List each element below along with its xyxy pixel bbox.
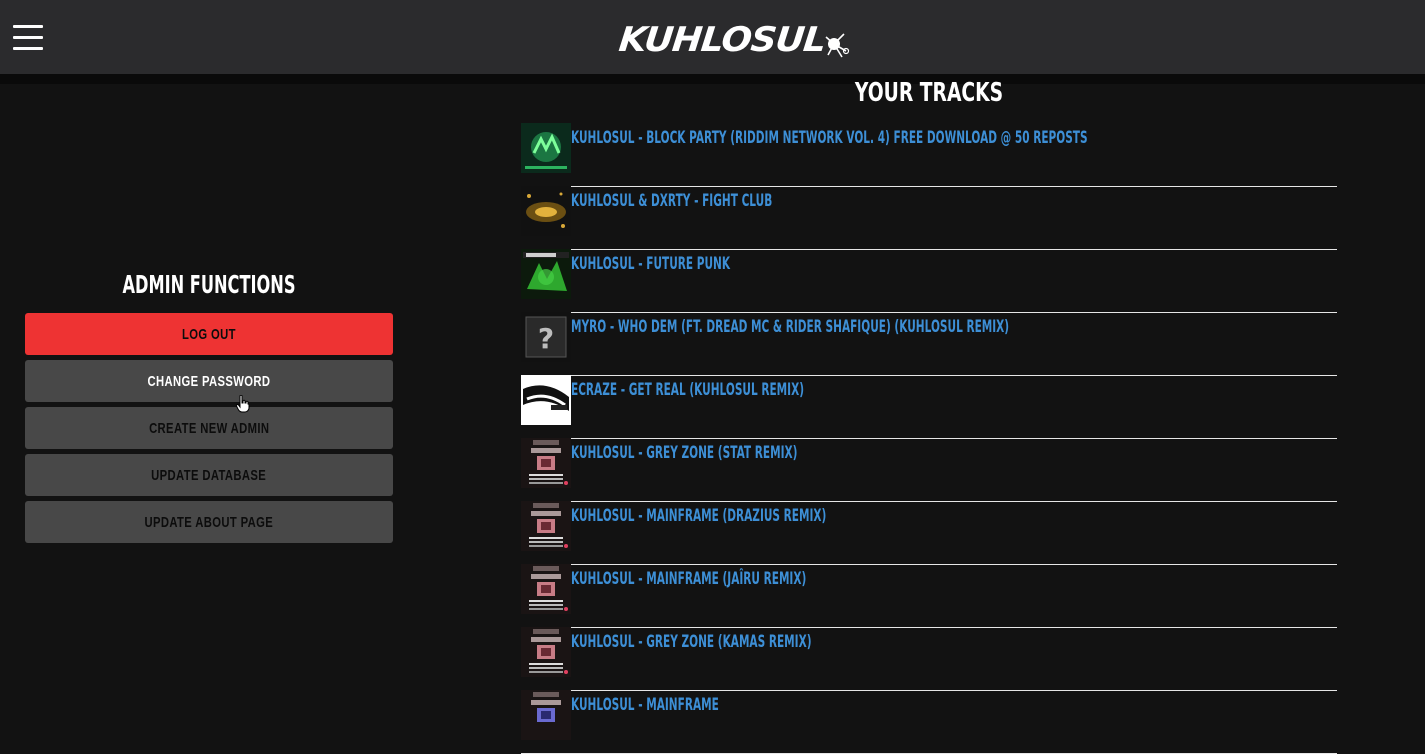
track-thumbnail[interactable] [521, 501, 571, 551]
track-title-link[interactable]: KUHLOSUL & DXRTY - FIGHT CLUB [571, 191, 772, 211]
track-title-link[interactable]: KUHLOSUL - MAINFRAME (DRAZIUS REMIX) [571, 506, 826, 526]
change-password-label: CHANGE PASSWORD [147, 372, 271, 390]
track-row[interactable]: KUHLOSUL & DXRTY - FIGHT CLUB [521, 186, 1337, 250]
logo-text: KUHLOSUL [616, 20, 828, 60]
admin-panel: ADMIN FUNCTIONS LOG OUT CHANGE PASSWORD … [25, 266, 393, 548]
change-password-button[interactable]: CHANGE PASSWORD [25, 360, 393, 402]
track-row[interactable]: KUHLOSUL - BLOCK PARTY (RIDDIM NETWORK V… [521, 123, 1337, 187]
track-title-link[interactable]: KUHLOSUL - FUTURE PUNK [571, 254, 730, 274]
track-thumbnail[interactable] [521, 249, 571, 299]
track-thumbnail[interactable] [521, 627, 571, 677]
track-title-link[interactable]: KUHLOSUL - MAINFRAME (JAÎRU REMIX) [571, 569, 806, 589]
track-row[interactable]: KUHLOSUL - MAINFRAME [521, 690, 1337, 754]
track-thumbnail[interactable] [521, 564, 571, 614]
track-row[interactable]: KUHLOSUL - GREY ZONE (KAMAS REMIX) [521, 627, 1337, 691]
your-tracks-section: YOUR TRACKS KUHLOSUL - BLOCK PARTY (RIDD… [521, 77, 1337, 754]
your-tracks-heading: YOUR TRACKS [854, 78, 1004, 108]
update-database-button[interactable]: UPDATE DATABASE [25, 454, 393, 496]
track-row[interactable]: KUHLOSUL - FUTURE PUNK [521, 249, 1337, 313]
track-title-link[interactable]: MYRO - WHO DEM (FT. DREAD MC & RIDER SHA… [571, 317, 1009, 337]
track-title-link[interactable]: KUHLOSUL - MAINFRAME [571, 695, 719, 715]
hamburger-menu-icon[interactable] [13, 25, 43, 50]
site-logo[interactable]: KUHLOSUL [617, 18, 850, 62]
track-title-link[interactable]: ECRAZE - GET REAL (KUHLOSUL REMIX) [571, 380, 804, 400]
track-row[interactable]: ECRAZE - GET REAL (KUHLOSUL REMIX) [521, 375, 1337, 439]
track-row[interactable]: KUHLOSUL - GREY ZONE (STAT REMIX) [521, 438, 1337, 502]
track-title-link[interactable]: KUHLOSUL - GREY ZONE (STAT REMIX) [571, 443, 797, 463]
track-title-link[interactable]: KUHLOSUL - GREY ZONE (KAMAS REMIX) [571, 632, 812, 652]
track-row[interactable]: KUHLOSUL - MAINFRAME (JAÎRU REMIX) [521, 564, 1337, 628]
log-out-label: LOG OUT [182, 325, 236, 343]
track-thumbnail[interactable] [521, 690, 571, 740]
logo-splat-icon [825, 33, 850, 58]
update-about-page-button[interactable]: UPDATE ABOUT PAGE [25, 501, 393, 543]
create-new-admin-button[interactable]: CREATE NEW ADMIN [25, 407, 393, 449]
track-thumbnail[interactable] [521, 375, 571, 425]
log-out-button[interactable]: LOG OUT [25, 313, 393, 355]
track-thumbnail[interactable] [521, 438, 571, 488]
admin-functions-heading: ADMIN FUNCTIONS [122, 270, 296, 299]
track-thumbnail[interactable] [521, 123, 571, 173]
track-thumbnail[interactable]: ? [521, 312, 571, 362]
create-new-admin-label: CREATE NEW ADMIN [148, 419, 270, 437]
svg-text:?: ? [538, 322, 554, 355]
top-navbar: KUHLOSUL [0, 0, 1425, 84]
track-thumbnail[interactable] [521, 186, 571, 236]
track-row[interactable]: ? MYRO - WHO DEM (FT. DREAD MC & RIDER SH… [521, 312, 1337, 376]
track-title-link[interactable]: KUHLOSUL - BLOCK PARTY (RIDDIM NETWORK V… [571, 128, 1088, 148]
update-database-label: UPDATE DATABASE [151, 466, 267, 484]
track-list: KUHLOSUL - BLOCK PARTY (RIDDIM NETWORK V… [521, 123, 1337, 754]
track-row[interactable]: KUHLOSUL - MAINFRAME (DRAZIUS REMIX) [521, 501, 1337, 565]
update-about-page-label: UPDATE ABOUT PAGE [144, 513, 274, 531]
hand-pointer-cursor-icon [236, 395, 250, 413]
